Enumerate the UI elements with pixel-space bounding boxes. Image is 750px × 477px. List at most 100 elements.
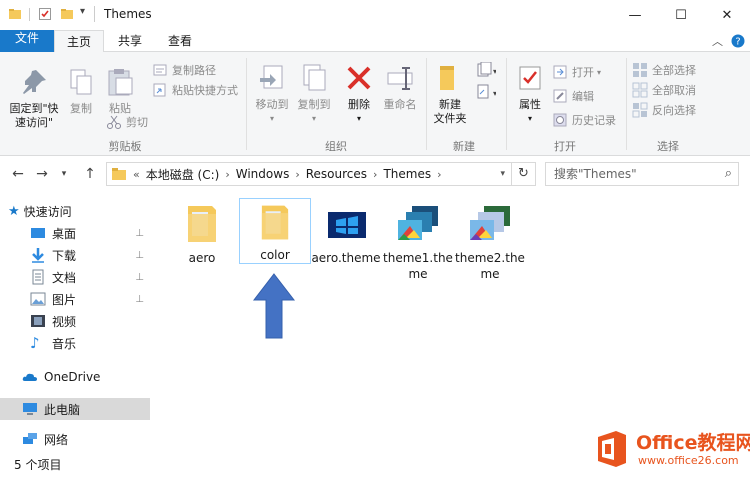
chevron-right-icon[interactable]: › [295,168,299,181]
close-button[interactable]: ✕ [704,0,750,30]
file-item-color[interactable]: color [239,198,311,264]
copy-path-icon [153,64,167,76]
help-icon[interactable]: ? [731,34,745,48]
paste-button[interactable]: 粘贴 [102,66,138,116]
download-icon [32,248,44,263]
clipboard-group-label: 剪贴板 [108,140,142,153]
scissors-icon [107,115,121,129]
new-folder-button[interactable]: 新建 文件夹 [428,62,472,126]
file-item-aero-theme[interactable]: aero.theme [310,200,382,266]
address-bar[interactable]: « 本地磁盘 (C:) › Windows › Resources › Them… [106,162,512,186]
edit-label: 编辑 [572,90,594,103]
pin-quick-access-button[interactable]: 固定到"快 速访问" [4,66,64,130]
cut-button[interactable]: 剪切 [106,112,148,132]
properties-button[interactable]: 属性 ▾ [510,62,550,126]
breadcrumb-0[interactable]: 本地磁盘 (C:) [146,166,220,183]
select-group-label: 选择 [657,140,679,153]
rename-button[interactable]: 重命名 [378,62,422,112]
new-folder-label-2: 文件夹 [433,112,467,125]
open-button[interactable]: 打开 ▾ [552,62,601,82]
theme-icon [470,206,510,240]
copy-to-button[interactable]: 复制到 ▾ [292,62,336,126]
chevron-right-icon[interactable]: › [225,168,229,181]
file-view: aero color aero.theme theme1.theme theme… [152,188,750,454]
window-title: Themes [104,7,152,21]
breadcrumb-3[interactable]: Themes [383,167,431,181]
copy-path-label: 复制路径 [172,64,216,77]
new-item-icon[interactable]: ▾ [476,62,496,78]
maximize-button[interactable]: ☐ [658,0,704,30]
search-placeholder: 搜索"Themes" [554,167,637,181]
file-item-aero[interactable]: aero [166,200,238,266]
nav-desktop[interactable]: 桌面 ⊥ [30,222,150,244]
history-button[interactable]: 历史记录 [552,110,616,130]
forward-button[interactable]: → [32,164,52,184]
tab-home[interactable]: 主页 [54,30,105,53]
copy-path-button[interactable]: 复制路径 [152,60,216,80]
desktop-icon [31,228,45,238]
select-all-button[interactable]: 全部选择 [632,60,696,80]
nav-music[interactable]: ♪ 音乐 [30,332,150,354]
move-to-label: 移动到 [255,98,289,111]
nav-quick-access[interactable]: ★ 快速访问 [8,200,158,222]
easy-access-icon[interactable]: ▾ [476,84,496,100]
breadcrumb-1[interactable]: Windows [236,167,290,181]
theme-icon [328,212,366,238]
edit-button[interactable]: 编辑 [552,86,594,106]
chevron-right-icon[interactable]: › [437,168,441,181]
nav-this-pc[interactable]: 此电脑 [0,398,150,420]
nav-pictures[interactable]: 图片 ⊥ [30,288,150,310]
picture-icon [30,292,46,306]
refresh-button[interactable]: ↻ [512,162,536,186]
move-to-dropdown-icon: ▾ [269,114,274,123]
up-button[interactable]: ↑ [80,164,100,184]
open-label: 打开 [572,66,594,79]
open-group-label: 打开 [554,140,576,153]
search-input[interactable]: 搜索"Themes" ⌕ [545,162,739,186]
address-dropdown-icon[interactable]: ▾ [500,169,505,179]
minimize-button[interactable]: — [612,0,658,30]
chevron-right-icon[interactable]: › [373,168,377,181]
file-item-theme1[interactable]: theme1.theme [382,200,454,282]
navigation-pane: ★ 快速访问 桌面 ⊥ 下载 ⊥ 文档 ⊥ 图片 ⊥ 视频 ♪ 音乐 OneDr… [0,196,152,454]
file-item-theme2[interactable]: theme2.theme [454,200,526,282]
pin-icon[interactable]: ⊥ [135,294,144,305]
ribbon-tabs: 文件 主页 共享 查看 ︿ ? [0,30,750,53]
delete-icon [347,66,371,90]
nav-downloads[interactable]: 下载 ⊥ [30,244,150,266]
pin-label-2: 速访问" [14,116,54,129]
tab-share[interactable]: 共享 [106,30,154,52]
nav-network[interactable]: 网络 [22,428,150,450]
nav-videos[interactable]: 视频 [30,310,150,332]
copy-button[interactable]: 复制 [64,66,98,116]
cloud-icon [22,373,37,381]
move-to-button[interactable]: 移动到 ▾ [250,62,294,126]
properties-quick-icon[interactable] [38,7,52,21]
pin-icon[interactable]: ⊥ [135,272,144,283]
customize-quick-access-icon[interactable]: ▾ [80,6,85,17]
nav-documents[interactable]: 文档 ⊥ [30,266,150,288]
breadcrumb-2[interactable]: Resources [306,167,367,181]
delete-dropdown-icon: ▾ [356,114,361,123]
star-icon: ★ [8,203,20,219]
collapse-ribbon-icon[interactable]: ︿ [712,33,723,49]
paste-shortcut-button[interactable]: 粘贴快捷方式 [152,80,238,100]
new-folder-quick-icon[interactable] [60,7,74,21]
tab-view[interactable]: 查看 [156,30,204,52]
overflow-crumb[interactable]: « [133,168,140,181]
back-button[interactable]: ← [8,164,28,184]
delete-button[interactable]: 删除 ▾ [342,62,376,126]
pin-icon[interactable]: ⊥ [135,250,144,261]
paste-shortcut-label: 粘贴快捷方式 [172,84,238,97]
nav-onedrive[interactable]: OneDrive [22,366,150,388]
folder-icon [188,206,216,242]
svg-text:▾: ▾ [493,67,496,76]
select-none-button[interactable]: 全部取消 [632,80,696,100]
title-bar: ▾ Themes — ☐ ✕ [0,0,750,30]
recent-locations-icon[interactable]: ▾ [54,164,74,184]
invert-selection-button[interactable]: 反向选择 [632,100,696,120]
document-icon [32,269,44,285]
select-none-icon [632,82,648,98]
tab-file[interactable]: 文件 [0,30,54,52]
pin-icon[interactable]: ⊥ [135,228,144,239]
